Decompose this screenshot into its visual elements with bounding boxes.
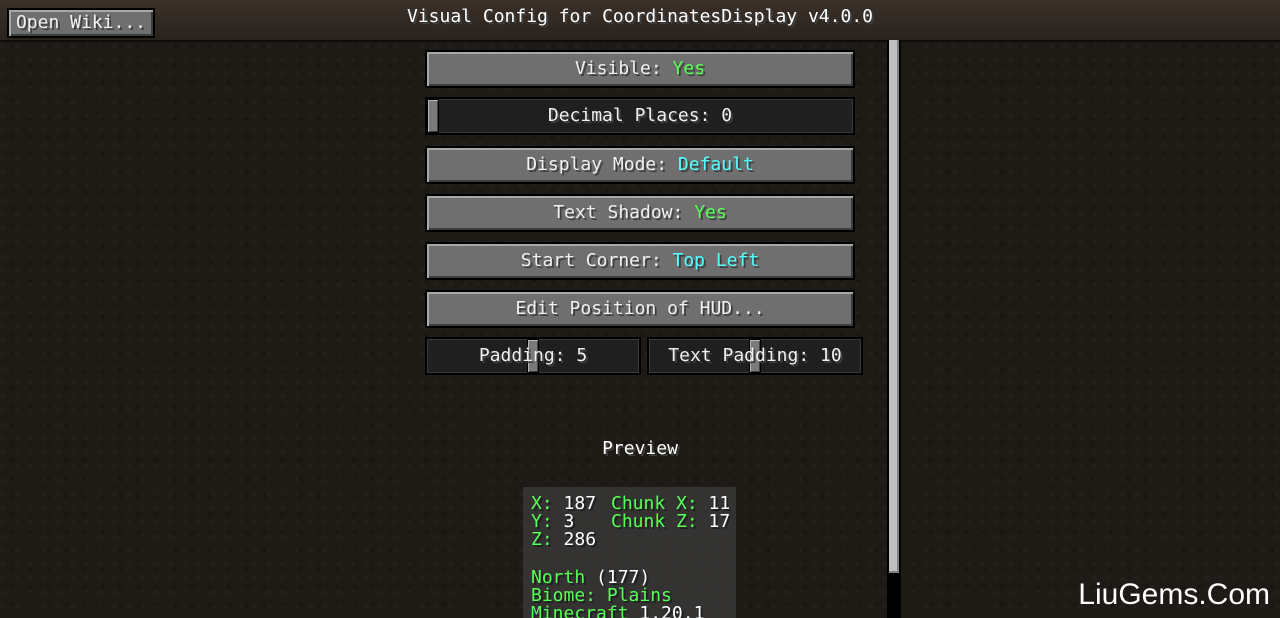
padding-slider[interactable]: Padding: 5 (425, 337, 641, 375)
padding-label: Padding: 5 (478, 345, 588, 366)
display-mode-button[interactable]: Display Mode: Default (425, 146, 855, 184)
text-padding-slider[interactable]: Text Padding: 10 (647, 337, 863, 375)
chunk-z-key: Chunk Z: (611, 511, 698, 532)
visible-value: Yes (672, 58, 706, 79)
text-shadow-label: Text Shadow: (553, 202, 695, 223)
text-shadow-value: Yes (694, 202, 727, 223)
visible-toggle-button[interactable]: Visible: Yes (425, 50, 855, 88)
watermark: LiuGems.Com (1078, 578, 1270, 611)
decimal-places-slider-handle[interactable] (427, 99, 439, 133)
z-key: Z: (531, 529, 553, 550)
preview-version-row: Minecraft 1.20.1 (531, 605, 704, 618)
text-shadow-toggle-button[interactable]: Text Shadow: Yes (425, 194, 855, 232)
display-mode-value: Default (677, 154, 754, 175)
scrollbar[interactable] (887, 40, 901, 618)
edit-position-label: Edit Position of HUD... (515, 298, 765, 319)
start-corner-button[interactable]: Start Corner: Top Left (425, 242, 855, 280)
scrollbar-thumb[interactable] (889, 40, 899, 573)
version-value: 1.20.1 (628, 603, 705, 618)
text-padding-label: Text Padding: 10 (668, 345, 842, 366)
start-corner-value: Top Left (672, 250, 760, 271)
preview-title: Preview (602, 438, 678, 459)
page-title: Visual Config for CoordinatesDisplay v4.… (407, 6, 873, 27)
coordinates-preview: X: 187 Y: 3 Z: 286 Chunk X: 11 Chunk Z: … (523, 487, 736, 618)
chunk-z-value: 17 (697, 511, 731, 532)
edit-position-button[interactable]: Edit Position of HUD... (425, 290, 855, 328)
visible-label: Visible: (574, 58, 673, 79)
display-mode-label: Display Mode: (526, 154, 678, 175)
decimal-places-label: Decimal Places: 0 (547, 105, 733, 126)
preview-chunk-z-row: Chunk Z: 17 (611, 513, 730, 531)
decimal-places-slider[interactable]: Decimal Places: 0 (425, 97, 855, 135)
preview-z-row: Z: 286 (531, 531, 596, 549)
z-value: 286 (552, 529, 597, 550)
version-key: Minecraft (531, 603, 629, 618)
start-corner-label: Start Corner: (520, 250, 673, 271)
